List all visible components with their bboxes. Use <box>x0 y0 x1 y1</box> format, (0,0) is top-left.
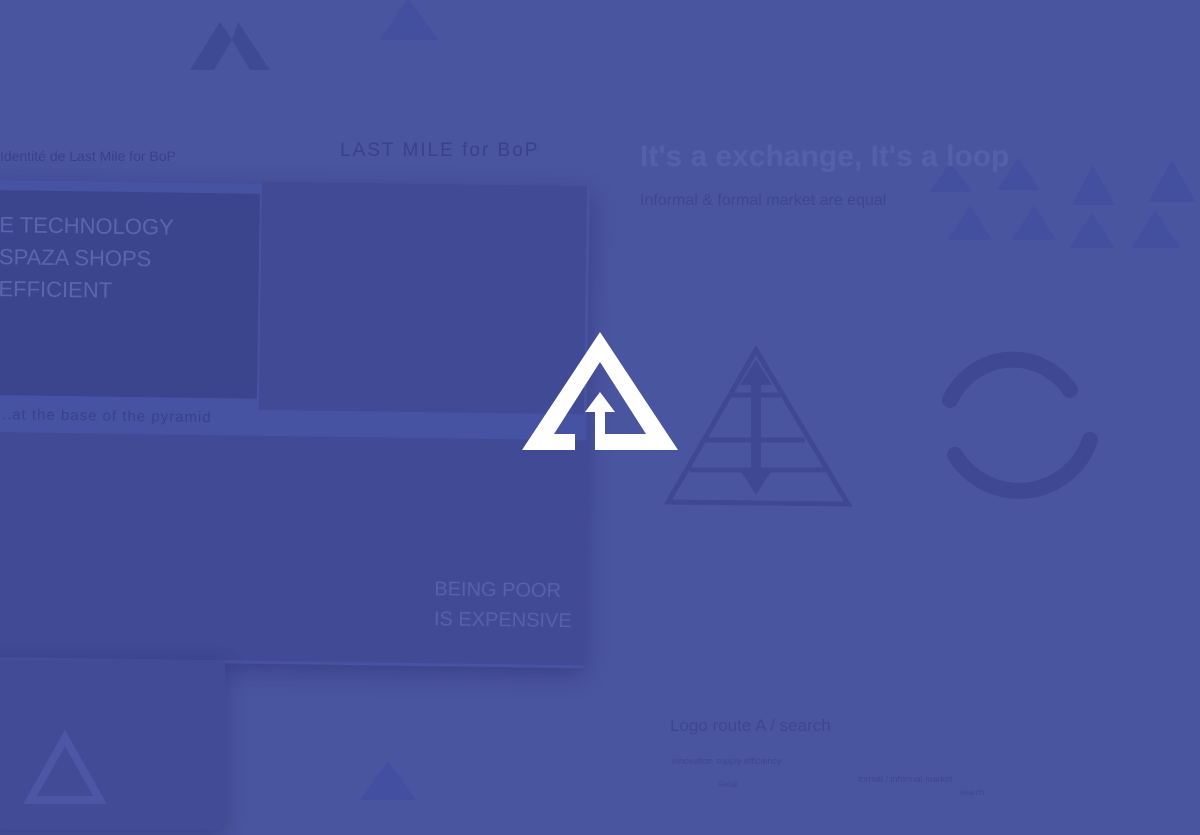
overlay-line-3: EFFICIENT <box>0 276 113 303</box>
faint-logo-top-left <box>190 22 270 70</box>
note-small: Retail <box>718 780 739 789</box>
faint-double-arrow <box>740 360 772 495</box>
pyramid-arrow-icon <box>522 332 678 450</box>
board-caption-right: LAST MILE for BoP <box>340 140 540 161</box>
presentation-board: E TECHNOLOGY SPAZA SHOPS EFFICIENT ...at… <box>0 180 590 669</box>
photo-caption-line-2: IS EXPENSIVE <box>433 608 572 633</box>
faint-loop-icon <box>942 351 1098 499</box>
overlay-line-2: SPAZA SHOPS <box>0 244 152 272</box>
section-title: Logo route A / search <box>670 716 831 735</box>
board-subcaption: ...at the base of the pyramid <box>0 406 212 427</box>
board-caption-left: Identité de Last Mile for BoP <box>0 148 176 164</box>
photo-caption-line-1: BEING POOR <box>434 578 562 603</box>
note-left: innovation supply efficiency <box>672 756 782 766</box>
note-right: formal / informal market <box>858 774 953 784</box>
subheadline: Informal & formal market are equal <box>640 192 887 209</box>
faint-logo-bottom-left <box>23 729 107 804</box>
note-small-right: search <box>960 788 985 797</box>
bottom-board <box>0 660 225 830</box>
headline: It's a exchange, It's a loop <box>640 140 1010 173</box>
photo-crowd: BEING POOR IS EXPENSIVE <box>0 431 587 666</box>
overlay-line-1: E TECHNOLOGY <box>0 212 174 240</box>
faint-logo-top-mid <box>380 0 438 40</box>
photo-spaza-shop: E TECHNOLOGY SPAZA SHOPS EFFICIENT <box>0 189 260 399</box>
faint-logo-bottom-mid <box>360 762 416 800</box>
moodboard-cover: { "brand": { "background_color": "#4a55a… <box>0 0 1200 830</box>
